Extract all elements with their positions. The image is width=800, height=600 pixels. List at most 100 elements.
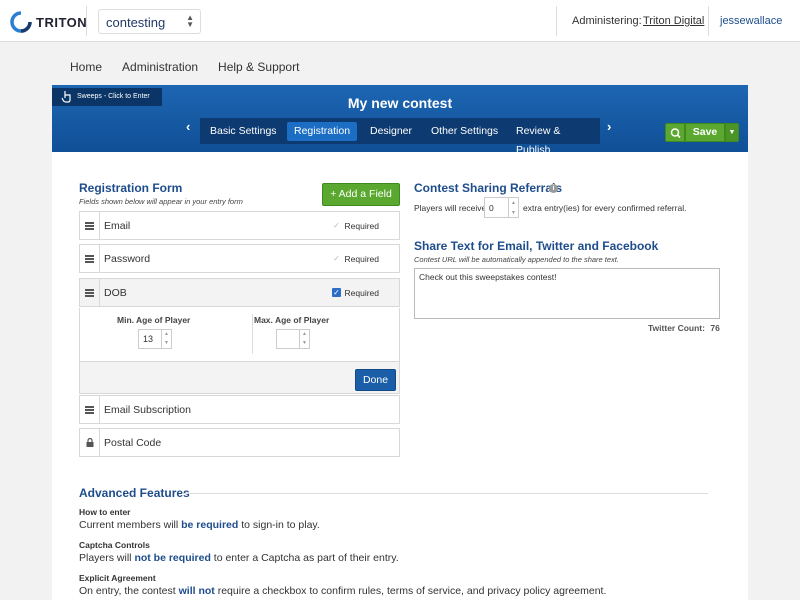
required-label: Required <box>344 288 380 298</box>
agreement-link[interactable]: will not <box>179 585 215 597</box>
how-to-enter-heading: How to enter <box>79 507 131 517</box>
divider <box>708 6 709 36</box>
min-age-stepper[interactable]: 13 ▲ ▼ <box>138 329 172 349</box>
share-text-title: Share Text for Email, Twitter and Facebo… <box>414 239 659 253</box>
field-label: DOB <box>104 287 127 299</box>
stepper-arrows-icon[interactable]: ▲ ▼ <box>161 330 171 348</box>
agreement-pre: On entry, the contest <box>79 585 176 597</box>
contest-header: Sweeps - Click to Enter My new contest ‹… <box>52 85 748 156</box>
chevron-left-icon[interactable]: ‹ <box>186 119 190 134</box>
updown-caret-icon: ▲ ▼ <box>186 13 194 29</box>
twitter-count-label: Twitter Count: <box>648 323 705 333</box>
required-label: Required <box>344 221 380 231</box>
tab-designer[interactable]: Designer <box>363 122 419 141</box>
preview-search-button[interactable] <box>665 123 685 142</box>
field-row-email[interactable]: Email ✓ Required <box>79 211 400 240</box>
hamburger-icon <box>85 406 94 414</box>
divider <box>182 493 708 494</box>
hamburger-icon <box>85 289 94 297</box>
triton-logo[interactable]: TRITON <box>10 11 87 33</box>
search-icon <box>670 128 681 139</box>
max-age-label: Max. Age of Player <box>254 315 330 325</box>
share-text-subtitle: Contest URL will be automatically append… <box>414 255 619 264</box>
max-age-stepper[interactable]: ▲ ▼ <box>276 329 310 349</box>
how-to-enter-post: to sign-in to play. <box>241 519 320 531</box>
captcha-link[interactable]: not be required <box>134 552 210 564</box>
field-label: Postal Code <box>104 437 162 449</box>
info-icon[interactable]: i <box>549 184 558 193</box>
captcha-text: Players will not be required to enter a … <box>79 552 399 564</box>
content-panel: Registration Form Fields shown below wil… <box>52 152 748 600</box>
required-checkbox[interactable]: ✓ <box>332 221 341 230</box>
tab-basic-settings[interactable]: Basic Settings <box>203 122 284 141</box>
captcha-pre: Players will <box>79 552 132 564</box>
field-row-password[interactable]: Password ✓ Required <box>79 244 400 273</box>
advanced-features-title: Advanced Features <box>79 486 190 500</box>
how-to-enter-link[interactable]: be required <box>181 519 238 531</box>
drag-handle[interactable] <box>80 396 100 423</box>
app-selector-value: contesting <box>106 15 166 30</box>
contest-title: My new contest <box>347 95 453 111</box>
nav-administration[interactable]: Administration <box>122 60 198 74</box>
tab-review-publish[interactable]: Review & Publish <box>509 122 600 156</box>
caret-down-icon: ▼ <box>728 129 736 136</box>
agreement-text: On entry, the contest will not require a… <box>79 585 606 597</box>
stepper-arrows-icon[interactable]: ▲ ▼ <box>508 198 518 217</box>
logo-text: TRITON <box>36 14 88 30</box>
add-field-button[interactable]: + Add a Field <box>322 183 400 206</box>
done-button[interactable]: Done <box>355 369 396 391</box>
tab-registration[interactable]: Registration <box>287 122 358 141</box>
field-row-postal-code[interactable]: Postal Code <box>79 428 400 457</box>
captcha-post: to enter a Captcha as part of their entr… <box>213 552 399 564</box>
drag-handle[interactable] <box>80 212 100 239</box>
chevron-right-icon[interactable]: › <box>607 119 611 134</box>
required-label: Required <box>344 254 380 264</box>
divider <box>556 6 557 36</box>
nav-home[interactable]: Home <box>70 60 102 74</box>
administering-link[interactable]: Triton Digital <box>643 15 704 27</box>
user-menu-link[interactable]: jessewallace <box>720 15 782 27</box>
stepper-arrows-icon[interactable]: ▲ ▼ <box>299 330 309 348</box>
app-selector[interactable]: contesting ▲ ▼ <box>98 9 201 34</box>
twitter-count-value: 76 <box>710 323 720 333</box>
nav-help-support[interactable]: Help & Support <box>218 60 299 74</box>
hamburger-icon <box>85 222 94 230</box>
divider <box>252 314 253 354</box>
captcha-heading: Captcha Controls <box>79 540 150 550</box>
drag-handle[interactable] <box>80 279 100 306</box>
save-dropdown-button[interactable]: ▼ <box>725 123 739 142</box>
how-to-enter-pre: Current members will <box>79 519 179 531</box>
dob-settings: Min. Age of Player 13 ▲ ▼ Max. Age of Pla… <box>79 308 400 394</box>
field-label: Email Subscription <box>104 404 191 416</box>
administering-label: Administering: <box>572 15 642 27</box>
contest-tabs: Basic Settings Registration Designer Oth… <box>200 118 600 156</box>
tab-other-settings[interactable]: Other Settings <box>424 122 505 141</box>
field-label: Password <box>104 253 151 265</box>
share-text-input[interactable]: Check out this sweepstakes contest! <box>414 268 720 319</box>
min-age-label: Min. Age of Player <box>117 315 191 325</box>
field-row-dob[interactable]: DOB ✓ Required <box>79 278 400 307</box>
save-button[interactable]: Save <box>685 123 725 142</box>
required-checkbox[interactable]: ✓ <box>332 254 341 263</box>
lock-handle <box>80 429 100 456</box>
referral-text-before: Players will receive <box>414 203 487 213</box>
lock-icon <box>86 438 94 447</box>
divider <box>86 6 87 36</box>
referral-entries-value: 0 <box>489 203 494 213</box>
triton-logo-icon <box>10 11 32 33</box>
min-age-value: 13 <box>143 334 154 344</box>
referral-text-after: extra entry(ies) for every confirmed ref… <box>523 203 687 213</box>
drag-handle[interactable] <box>80 245 100 272</box>
field-row-email-subscription[interactable]: Email Subscription <box>79 395 400 424</box>
main-nav: Home Administration Help & Support <box>70 60 319 74</box>
agreement-heading: Explicit Agreement <box>79 573 156 583</box>
required-checkbox[interactable]: ✓ <box>332 288 341 297</box>
agreement-post: require a checkbox to confirm rules, ter… <box>217 585 607 597</box>
top-bar: TRITON contesting ▲ ▼ Administering: Trit… <box>0 0 800 42</box>
how-to-enter-text: Current members will be required to sign… <box>79 519 320 531</box>
field-label: Email <box>104 220 131 232</box>
sharing-referrals-title: Contest Sharing Referrals <box>414 181 563 195</box>
hamburger-icon <box>85 255 94 263</box>
referral-entries-stepper[interactable]: 0 ▲ ▼ <box>484 197 519 218</box>
age-settings: Min. Age of Player 13 ▲ ▼ Max. Age of Pla… <box>80 308 399 362</box>
